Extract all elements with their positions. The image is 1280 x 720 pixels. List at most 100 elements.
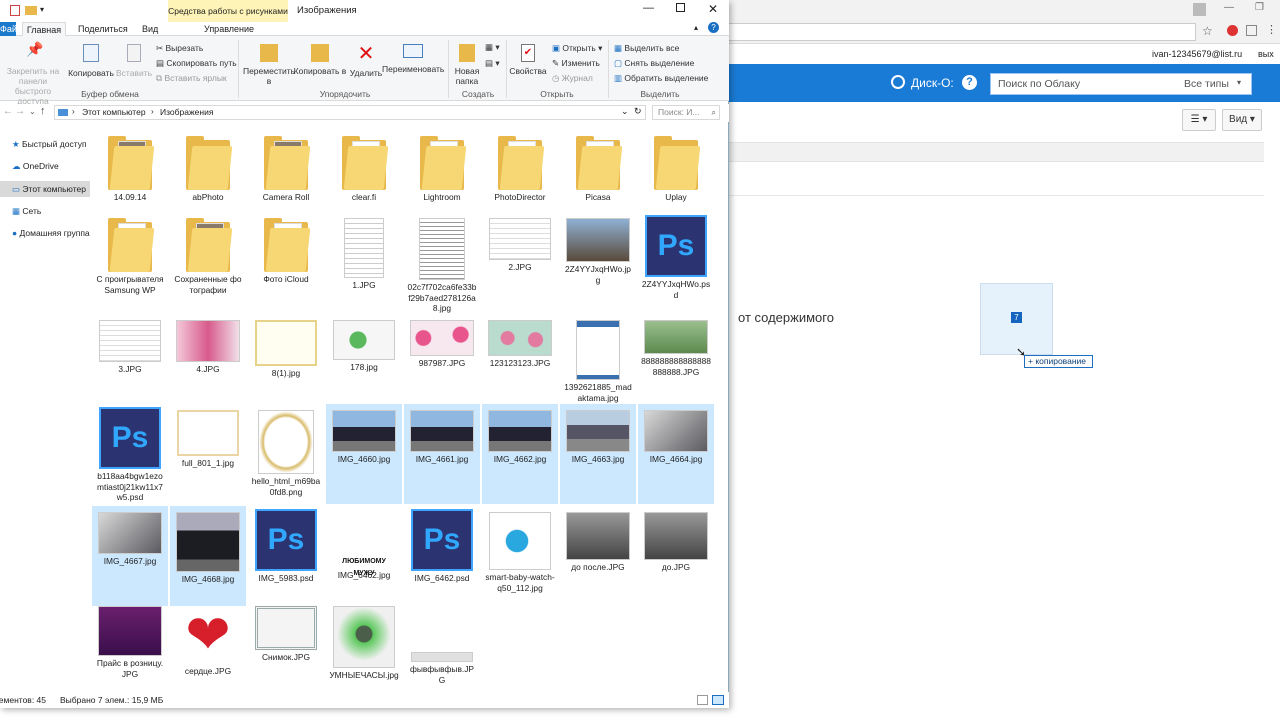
file-item[interactable]: hello_html_m69ba0fd8.png: [248, 404, 324, 504]
tab-share[interactable]: Поделиться: [78, 22, 128, 36]
view-button[interactable]: Вид ▾: [1222, 109, 1262, 131]
file-item[interactable]: full_801_1.jpg: [170, 404, 246, 504]
file-item[interactable]: smart-baby-watch-q50_112.jpg: [482, 506, 558, 606]
collapse-ribbon-icon[interactable]: ▴: [694, 23, 698, 32]
file-item[interactable]: Ps IMG_5983.psd: [248, 506, 324, 606]
minimize-icon[interactable]: —: [1224, 2, 1234, 13]
profile-icon[interactable]: [1193, 3, 1206, 16]
nav-quick-access[interactable]: ★ Быстрый доступ: [0, 136, 90, 152]
properties-button[interactable]: ✔ Свойства: [508, 44, 548, 76]
folder-item[interactable]: Picasa: [560, 130, 636, 210]
open-button[interactable]: ▣ Открыть ▾: [552, 43, 602, 54]
copy-to-button[interactable]: Копировать в: [292, 44, 348, 76]
extension2-icon[interactable]: [1246, 25, 1257, 36]
file-item[interactable]: 2.JPG: [482, 212, 558, 312]
file-item[interactable]: Прайс в розницу.JPG: [92, 600, 168, 688]
file-item[interactable]: 1.JPG: [326, 212, 402, 312]
cut-button[interactable]: ✂ Вырезать: [156, 43, 203, 54]
file-item[interactable]: IMG_4661.jpg: [404, 404, 480, 504]
breadcrumb-pc[interactable]: Этот компьютер: [82, 107, 146, 117]
folder-item[interactable]: 14.09.14: [92, 130, 168, 210]
recent-icon[interactable]: ⌄: [29, 107, 36, 116]
new-item-icon[interactable]: ▦ ▾: [485, 42, 500, 53]
nav-onedrive[interactable]: ☁ OneDrive: [0, 158, 90, 174]
tab-manage[interactable]: Управление: [204, 22, 254, 36]
paste-button[interactable]: Вставить: [112, 44, 156, 78]
tab-view[interactable]: Вид: [142, 22, 158, 36]
folder-item[interactable]: Uplay: [638, 130, 714, 210]
explorer-search[interactable]: Поиск: И... ⌕: [652, 105, 720, 120]
help-icon[interactable]: ?: [962, 75, 977, 90]
folder-item[interactable]: С проигрывателя Samsung WP: [92, 212, 168, 312]
cloud-power-icon[interactable]: [891, 75, 905, 89]
file-item[interactable]: IMG_4660.jpg: [326, 404, 402, 504]
file-item[interactable]: 8(1).jpg: [248, 314, 324, 402]
file-item[interactable]: до.JPG: [638, 506, 714, 606]
nav-this-pc[interactable]: ▭ Этот компьютер: [0, 181, 90, 197]
folder-item[interactable]: clear.fi: [326, 130, 402, 210]
history-button[interactable]: ◷ Журнал: [552, 73, 593, 84]
file-item[interactable]: 3.JPG: [92, 314, 168, 402]
folder-icon[interactable]: [25, 6, 37, 15]
invert-selection-button[interactable]: ▥ Обратить выделение: [614, 73, 708, 84]
file-item[interactable]: 1392621885_madaktama.jpg: [560, 314, 636, 403]
file-item[interactable]: ❤ сердце.JPG: [170, 600, 246, 688]
account-exit[interactable]: вых: [1258, 49, 1274, 59]
thumbnails-view-icon[interactable]: [712, 695, 724, 705]
address-field[interactable]: › Этот компьютер › Изображения ⌄ ↻: [54, 105, 646, 120]
sort-button[interactable]: ☰ ▾: [1182, 109, 1216, 131]
quick-access-icon[interactable]: [10, 5, 20, 16]
file-item[interactable]: Ps b118aa4bgw1ezomtiast0j21kw11x7w5.psd: [92, 404, 168, 504]
select-none-button[interactable]: ▢ Снять выделение: [614, 58, 694, 69]
edit-button[interactable]: ✎ Изменить: [552, 58, 600, 69]
file-item[interactable]: УМНЫЕЧАСЫ.jpg: [326, 600, 402, 688]
star-icon[interactable]: ☆: [1202, 24, 1213, 38]
file-item[interactable]: IMG_4668.jpg: [170, 506, 246, 606]
tab-file[interactable]: Файл: [0, 22, 16, 36]
type-filter[interactable]: Все типы: [1184, 78, 1229, 90]
file-item[interactable]: фывфывфыв.JPG: [404, 600, 480, 688]
file-item[interactable]: 4.JPG: [170, 314, 246, 402]
minimize-icon[interactable]: —: [643, 2, 654, 14]
history-dropdown-icon[interactable]: ⌄: [621, 106, 629, 117]
folder-item[interactable]: abPhoto: [170, 130, 246, 210]
up-icon[interactable]: ↑: [40, 105, 46, 117]
dropdown-icon[interactable]: ▾: [40, 5, 44, 14]
easy-access-icon[interactable]: ▤ ▾: [485, 58, 500, 69]
rename-button[interactable]: Переименовать: [382, 44, 444, 74]
maximize-icon[interactable]: [676, 3, 685, 12]
tab-home[interactable]: Главная: [22, 22, 66, 36]
file-item[interactable]: 888888888888888888888.JPG: [638, 314, 714, 402]
file-item[interactable]: 178.jpg: [326, 314, 402, 402]
forward-icon[interactable]: →: [15, 106, 25, 117]
file-item[interactable]: до после.JPG: [560, 506, 636, 606]
delete-button[interactable]: ✕ Удалить: [346, 44, 386, 78]
folder-item[interactable]: PhotoDirector: [482, 130, 558, 210]
paste-shortcut-button[interactable]: ⧉ Вставить ярлык: [156, 73, 227, 84]
file-item[interactable]: 123123123.JPG: [482, 314, 558, 402]
extension-icon[interactable]: [1227, 25, 1238, 36]
details-view-icon[interactable]: [697, 695, 708, 705]
breadcrumb-images[interactable]: Изображения: [160, 107, 213, 117]
cloud-search-input[interactable]: Поиск по Облаку: [998, 78, 1080, 90]
file-item[interactable]: Ps 2Z4YYJxqHWo.psd: [638, 212, 714, 312]
refresh-icon[interactable]: ↻: [634, 106, 642, 117]
url-field[interactable]: [728, 23, 1196, 41]
back-icon[interactable]: ←: [3, 106, 13, 117]
file-item[interactable]: 987987.JPG: [404, 314, 480, 402]
new-folder-button[interactable]: Новая папка: [450, 44, 484, 86]
nav-homegroup[interactable]: ● Домашняя группа: [0, 225, 90, 241]
file-item[interactable]: IMG_4662.jpg: [482, 404, 558, 504]
select-all-button[interactable]: ▦ Выделить все: [614, 43, 679, 54]
file-item[interactable]: IMG_4663.jpg: [560, 404, 636, 504]
close-icon[interactable]: ✕: [708, 2, 718, 16]
copy-path-button[interactable]: ▤ Скопировать путь: [156, 58, 237, 69]
folder-item[interactable]: Фото iCloud: [248, 212, 324, 312]
folder-item[interactable]: Сохраненные фотографии: [170, 212, 246, 312]
file-item[interactable]: IMG_4664.jpg: [638, 404, 714, 504]
file-item[interactable]: Ps IMG_6462.psd: [404, 506, 480, 606]
file-item[interactable]: Снимок.JPG: [248, 600, 324, 688]
nav-network[interactable]: ▦ Сеть: [0, 203, 90, 219]
move-to-button[interactable]: Переместить в: [242, 44, 296, 86]
copy-button[interactable]: Копировать: [66, 44, 116, 78]
